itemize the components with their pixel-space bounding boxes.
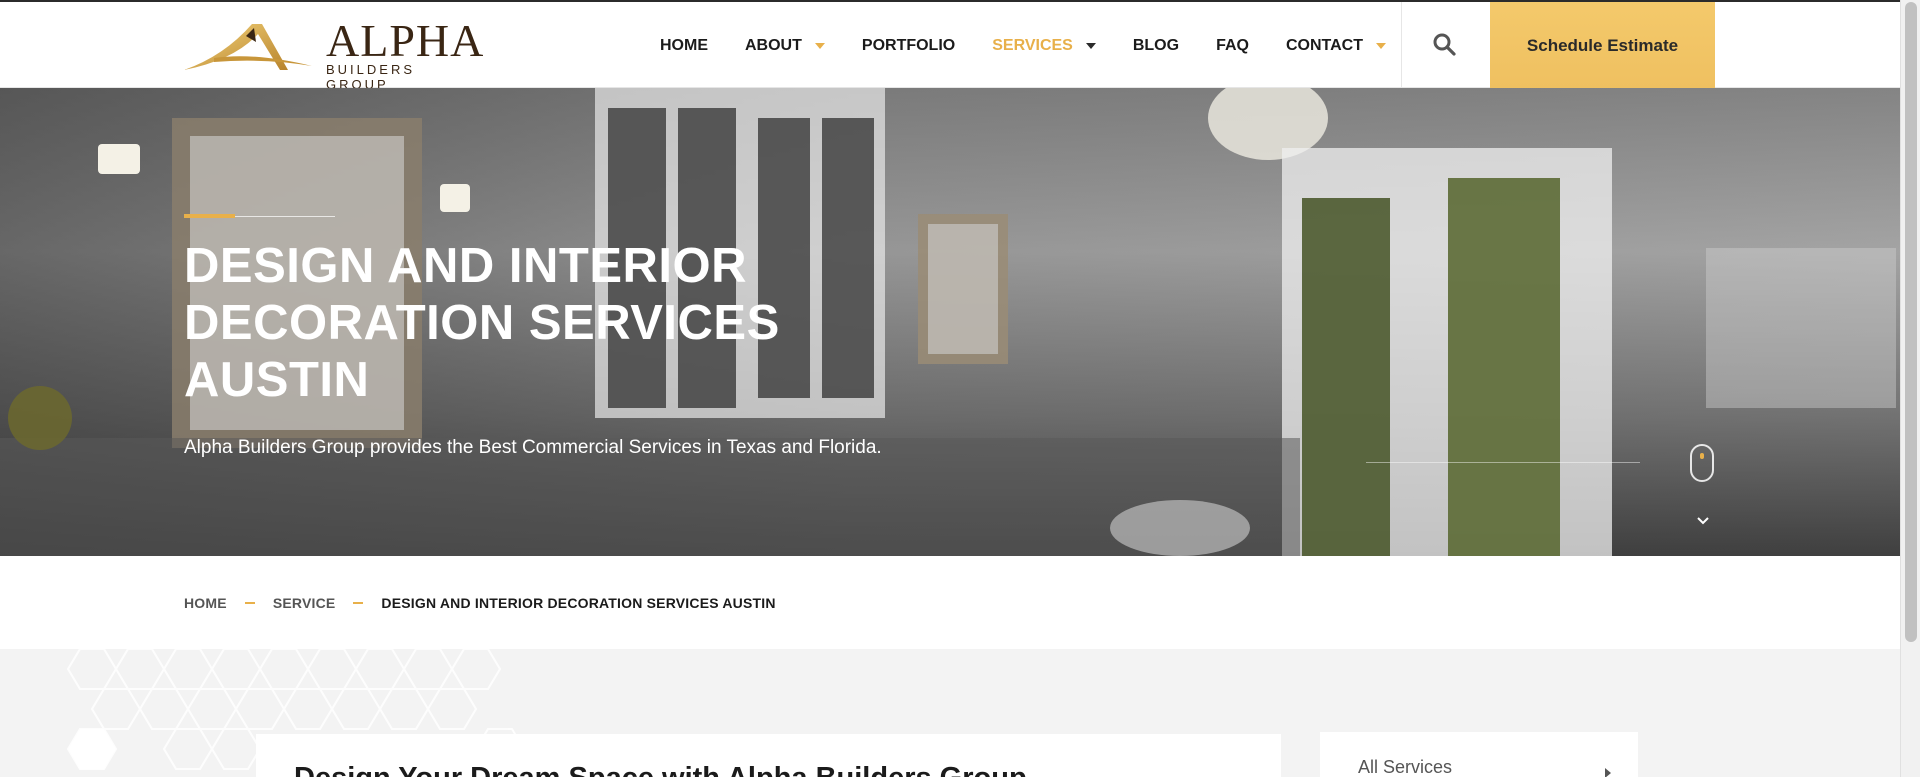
services-sidebar: All Services <box>1320 732 1638 777</box>
breadcrumb-separator <box>244 602 255 604</box>
hero-title: DESIGN AND INTERIOR DECORATION SERVICES … <box>184 239 780 407</box>
hero-accent-line <box>184 214 235 218</box>
breadcrumb-home[interactable]: HOME <box>184 595 227 611</box>
breadcrumb-separator <box>353 602 364 604</box>
page-scrollbar[interactable] <box>1900 0 1920 777</box>
nav-home[interactable]: HOME <box>660 37 708 55</box>
mouse-wheel-dot <box>1700 453 1704 459</box>
main-nav: HOME ABOUT PORTFOLIO SERVICES BLOG FAQ C… <box>660 2 1423 90</box>
nav-about[interactable]: ABOUT <box>745 37 825 55</box>
chevron-down-icon <box>1375 43 1386 49</box>
hero-scroll-rule <box>1366 462 1640 463</box>
chevron-down-icon <box>1085 43 1096 49</box>
hero-description: Alpha Builders Group provides the Best C… <box>184 437 882 458</box>
nav-blog-label: BLOG <box>1132 37 1180 54</box>
content-heading: Design Your Dream Space with Alpha Build… <box>294 762 1027 777</box>
breadcrumb-service[interactable]: SERVICE <box>273 595 336 611</box>
search-icon <box>1433 33 1456 56</box>
hero-banner: DESIGN AND INTERIOR DECORATION SERVICES … <box>0 88 1900 556</box>
breadcrumb-bar: HOME SERVICE DESIGN AND INTERIOR DECORAT… <box>0 556 1900 649</box>
nav-services[interactable]: SERVICES <box>992 37 1096 55</box>
site-header: ALPHA BUILDERS GROUP HOME ABOUT PORTFOLI… <box>0 0 1900 92</box>
breadcrumb: HOME SERVICE DESIGN AND INTERIOR DECORAT… <box>184 595 776 611</box>
nav-portfolio-label: PORTFOLIO <box>861 37 956 54</box>
site-logo[interactable]: ALPHA BUILDERS GROUP <box>184 15 485 92</box>
sidebar-item-all-services[interactable]: All Services <box>1358 757 1452 777</box>
schedule-estimate-button[interactable]: Schedule Estimate <box>1490 2 1715 90</box>
mouse-scroll-icon[interactable] <box>1690 444 1714 482</box>
nav-faq-label: FAQ <box>1216 37 1249 54</box>
scrollbar-thumb[interactable] <box>1905 2 1917 642</box>
search-button[interactable] <box>1432 32 1460 60</box>
nav-blog[interactable]: BLOG <box>1133 37 1179 55</box>
nav-services-label: SERVICES <box>992 37 1073 54</box>
nav-home-label: HOME <box>660 37 708 54</box>
nav-contact[interactable]: CONTACT <box>1286 37 1386 55</box>
main-content: Design Your Dream Space with Alpha Build… <box>0 649 1900 777</box>
nav-about-label: ABOUT <box>745 37 802 54</box>
nav-contact-label: CONTACT <box>1285 37 1363 54</box>
breadcrumb-current: DESIGN AND INTERIOR DECORATION SERVICES … <box>381 595 776 611</box>
nav-divider <box>1401 2 1402 90</box>
nav-portfolio[interactable]: PORTFOLIO <box>862 37 955 55</box>
chevron-down-icon[interactable] <box>1694 512 1712 530</box>
hero-accent-rule <box>235 216 335 217</box>
a-peak-logo-icon <box>184 24 312 70</box>
chevron-right-icon <box>1605 768 1611 777</box>
nav-faq[interactable]: FAQ <box>1216 37 1249 55</box>
chevron-down-icon <box>814 43 825 49</box>
content-card: Design Your Dream Space with Alpha Build… <box>256 734 1281 777</box>
logo-wordmark: ALPHA <box>326 15 485 66</box>
